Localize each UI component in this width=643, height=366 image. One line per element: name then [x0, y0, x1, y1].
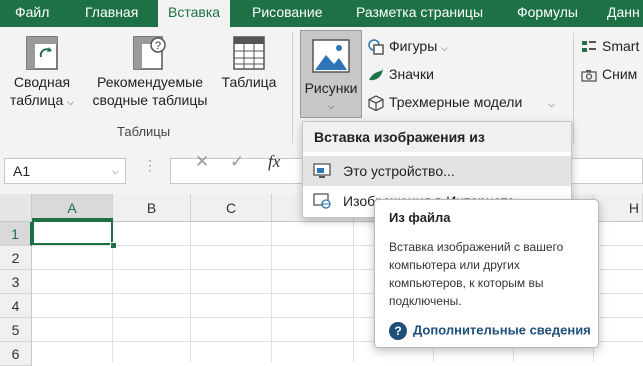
menu-item-this-device[interactable]: Это устройство... — [303, 156, 571, 186]
pivot-table-icon — [26, 36, 58, 70]
tooltip-from-file: Из файла Вставка изображений с вашего ко… — [374, 199, 599, 348]
chevron-down-icon[interactable]: ⌵ — [112, 159, 119, 183]
row-header-2[interactable]: 2 — [0, 246, 32, 270]
pivot-table-label-1: Сводная — [13, 74, 71, 90]
tab-insert[interactable]: Вставка — [158, 0, 231, 28]
smartart-icon — [582, 41, 596, 53]
pictures-button[interactable]: Рисунки ⌵ — [300, 30, 362, 118]
name-box[interactable]: A1 ⌵ — [4, 158, 126, 184]
table-label: Таблица — [221, 74, 277, 90]
table-icon — [233, 36, 265, 70]
column-header-h[interactable]: H — [594, 194, 643, 222]
online-picture-icon — [313, 193, 331, 209]
shapes-button[interactable]: Фигуры ⌵ — [367, 35, 448, 57]
recommended-pivot-label-2: сводные таблицы — [92, 92, 208, 108]
cube-icon — [368, 95, 384, 112]
grid-line — [190, 222, 191, 362]
tab-home[interactable]: Главная — [85, 0, 138, 27]
learn-more-link[interactable]: ? Дополнительные сведения — [389, 322, 591, 340]
tab-draw[interactable]: Рисование — [252, 0, 323, 27]
3d-models-button[interactable]: Трехмерные модели ⌵ — [367, 91, 555, 113]
icons-button[interactable]: Значки — [367, 63, 434, 85]
tab-page-layout[interactable]: Разметка страницы — [356, 0, 483, 27]
recommended-pivot-label-1: Рекомендуемые — [97, 74, 203, 90]
column-header-b[interactable]: B — [113, 194, 191, 222]
camera-icon — [581, 70, 597, 82]
tab-data[interactable]: Данн — [607, 0, 640, 27]
drag-handle-icon[interactable]: ⋮ — [143, 158, 157, 172]
tooltip-description: Вставка изображений с вашего компьютера … — [389, 240, 564, 308]
group-separator — [292, 33, 293, 143]
help-icon: ? — [389, 322, 407, 340]
row-header-6[interactable]: 6 — [0, 342, 32, 366]
select-all-corner[interactable] — [0, 194, 32, 222]
chevron-down-icon: ⌵ — [441, 43, 448, 53]
pictures-label: Рисунки — [304, 80, 358, 96]
group-label-tables: Таблицы — [117, 124, 171, 139]
pivot-table-label-2: таблица ⌵ — [10, 92, 74, 108]
row-header-4[interactable]: 4 — [0, 294, 32, 318]
row-header-1[interactable]: 1 — [0, 222, 32, 246]
recommended-pivot-button[interactable]: ? Рекомендуемые сводные таблицы — [90, 35, 210, 109]
ribbon-tab-bar: Файл Главная Вставка Рисование Разметка … — [0, 0, 643, 28]
check-icon[interactable]: ✓ — [230, 152, 244, 172]
column-header-c[interactable]: C — [191, 194, 272, 222]
grid-line — [271, 222, 272, 362]
close-icon[interactable]: ✕ — [195, 152, 209, 172]
grid-line — [353, 222, 354, 362]
table-button[interactable]: Таблица — [216, 35, 282, 91]
row-header-3[interactable]: 3 — [0, 270, 32, 294]
screenshot-button[interactable]: Сним — [580, 63, 637, 85]
tab-file[interactable]: Файл — [15, 0, 49, 27]
device-icon — [313, 163, 331, 178]
fx-icon[interactable]: fx — [268, 152, 280, 172]
chevron-down-icon: ⌵ — [548, 99, 555, 109]
menu-header: Вставка изображения из — [303, 122, 571, 152]
group-separator — [573, 33, 574, 143]
row-header-5[interactable]: 5 — [0, 318, 32, 342]
svg-text:?: ? — [155, 40, 161, 52]
pivot-table-button[interactable]: Сводная таблица ⌵ — [6, 35, 78, 111]
chevron-down-icon: ⌵ — [327, 101, 335, 111]
recommended-pivot-icon: ? — [133, 36, 166, 70]
active-cell[interactable] — [32, 218, 113, 245]
shapes-icon — [368, 39, 384, 56]
tab-formulas[interactable]: Формулы — [517, 0, 578, 27]
picture-icon — [312, 39, 350, 73]
chevron-down-icon: ⌵ — [67, 97, 74, 107]
bird-icon — [369, 69, 383, 81]
tooltip-title: Из файла — [389, 210, 451, 225]
fill-handle[interactable] — [110, 242, 117, 249]
smartart-button[interactable]: Smart — [580, 35, 639, 57]
